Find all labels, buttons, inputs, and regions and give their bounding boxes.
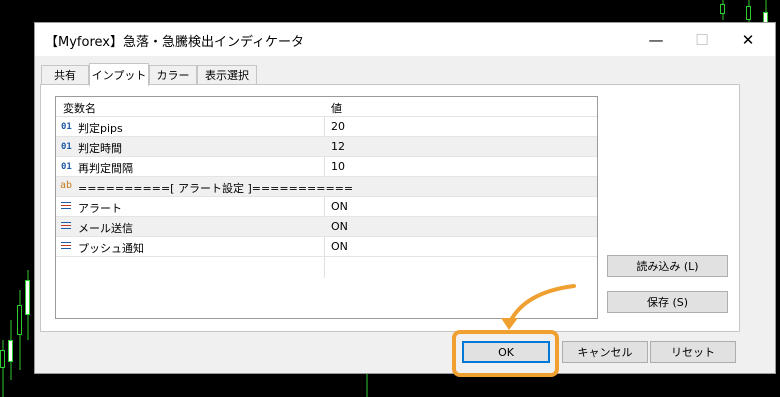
save-button[interactable]: 保存 (S) [607,291,728,313]
param-name: 判定時間 [78,142,122,155]
param-value[interactable]: 20 [331,120,345,133]
indicator-properties-dialog: 【Myforex】急落・急騰検出インディケータ — ☐ ✕ 共有 インプット カ… [34,22,776,374]
list-icon [61,222,71,231]
close-button[interactable]: ✕ [725,23,771,56]
candle [17,290,22,370]
title-bar[interactable]: 【Myforex】急落・急騰検出インディケータ — ☐ ✕ [35,23,775,56]
tab-colors[interactable]: カラー [149,65,197,84]
ok-button[interactable]: OK [462,341,550,363]
parameters-table: 変数名 値 01 判定pips 20 01 判定時間 12 01 再判定間隔 1… [55,96,598,319]
tab-common[interactable]: 共有 [41,65,89,84]
cancel-button[interactable]: キャンセル [562,341,648,363]
table-row[interactable]: ab ==========[ アラート設定 ]=========== [56,177,597,197]
column-header-name: 変数名 [63,102,96,115]
candle [25,270,30,340]
column-header-value: 値 [331,102,342,115]
list-icon [61,202,71,211]
param-name: 再判定間隔 [78,162,133,175]
param-name: プッシュ通知 [78,242,144,255]
load-button[interactable]: 読み込み (L) [607,255,728,277]
param-name: 判定pips [78,122,123,135]
reset-button[interactable]: リセット [650,341,736,363]
integer-icon: 01 [61,162,72,172]
param-name: ==========[ アラート設定 ]=========== [78,182,354,195]
maximize-button: ☐ [695,30,709,49]
table-row[interactable]: アラート ON [56,197,597,217]
candle [8,320,13,380]
table-row[interactable]: メール送信 ON [56,217,597,237]
param-value[interactable]: 12 [331,140,345,153]
window-title: 【Myforex】急落・急騰検出インディケータ [45,35,305,50]
table-row[interactable]: プッシュ通知 ON [56,237,597,257]
table-row[interactable]: 01 再判定間隔 10 [56,157,597,177]
integer-icon: 01 [61,142,72,152]
candle [0,340,5,397]
list-icon [61,242,71,251]
candle [364,374,369,397]
candle [720,0,725,20]
table-header: 変数名 値 [56,97,597,117]
table-row[interactable]: 01 判定時間 12 [56,137,597,157]
minimize-button[interactable]: — [633,23,679,56]
inputs-panel: 変数名 値 01 判定pips 20 01 判定時間 12 01 再判定間隔 1… [40,84,740,332]
param-value[interactable]: ON [331,240,348,253]
table-row[interactable]: 01 判定pips 20 [56,117,597,137]
param-name: アラート [78,202,122,215]
param-name: メール送信 [78,222,133,235]
tab-inputs[interactable]: インプット [89,63,149,86]
param-value[interactable]: ON [331,200,348,213]
param-value[interactable]: ON [331,220,348,233]
integer-icon: 01 [61,122,72,132]
tab-visualization[interactable]: 表示選択 [197,65,257,84]
param-value[interactable]: 10 [331,160,345,173]
string-icon: ab [60,180,73,191]
